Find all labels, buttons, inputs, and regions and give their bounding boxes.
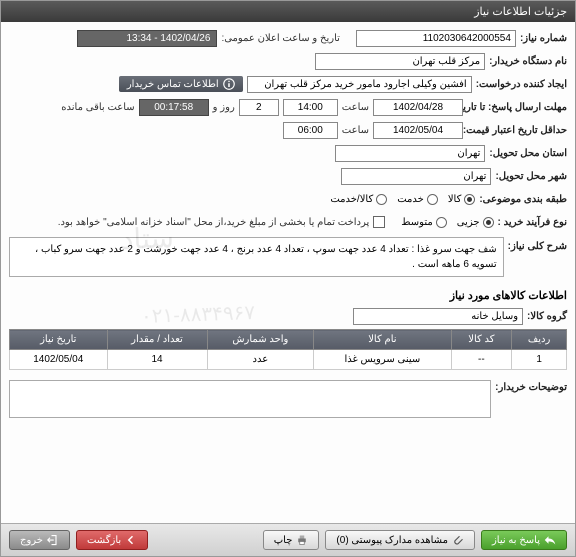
desc-box: شف جهت سرو غذا : تعداد 4 عدد جهت سوپ ، ت… <box>9 237 504 277</box>
respond-button[interactable]: پاسخ به نیاز <box>481 530 567 550</box>
radio-service-label: خدمت <box>397 194 424 205</box>
payment-checkbox[interactable] <box>373 216 385 228</box>
th-row: ردیف <box>512 330 567 350</box>
table-header-row: ردیف کد کالا نام کالا واحد شمارش تعداد /… <box>10 330 567 350</box>
contact-link-label: اطلاعات تماس خریدار <box>127 79 219 90</box>
footer-bar: پاسخ به نیاز مشاهده مدارک پیوستی (0) چاپ… <box>1 523 575 556</box>
radio-both-label: کالا/خدمت <box>330 194 373 205</box>
delivery-province-label: استان محل تحویل: <box>489 148 567 159</box>
print-label: چاپ <box>274 535 293 546</box>
table-cell: -- <box>451 350 512 370</box>
exit-button[interactable]: خروج <box>9 530 70 550</box>
validity-label: حداقل تاریخ اعتبار قیمت: تا تاریخ: <box>467 125 567 136</box>
table-cell: 14 <box>107 350 207 370</box>
table-cell: سینی سرویس غذا <box>314 350 451 370</box>
category-label: طبقه بندی موضوعی: <box>479 194 567 205</box>
public-date-field: 1402/04/26 - 13:34 <box>77 30 217 47</box>
validity-time-field: 06:00 <box>283 122 338 139</box>
category-radio-group: کالا خدمت کالا/خدمت <box>330 194 475 205</box>
buyer-org-field: مرکز قلب تهران <box>315 53 485 70</box>
print-button[interactable]: چاپ <box>263 530 320 550</box>
buyer-org-label: نام دستگاه خریدار: <box>489 56 567 67</box>
time-label-1: ساعت <box>342 102 369 113</box>
table-cell: 1 <box>512 350 567 370</box>
remain-time-field: 00:17:58 <box>139 99 209 116</box>
table-row[interactable]: 1--سینی سرویس غذاعدد141402/05/04 <box>10 350 567 370</box>
radio-medium-label: متوسط <box>401 217 432 228</box>
remain-label: ساعت باقی مانده <box>61 102 134 113</box>
need-number-label: شماره نیاز: <box>520 33 567 44</box>
process-radio-group: جزیی متوسط <box>401 217 493 228</box>
group-field: وسایل خانه <box>353 308 523 325</box>
radio-dot-icon <box>464 194 475 205</box>
deadline-date-field: 1402/04/28 <box>373 99 463 116</box>
public-date-label: تاریخ و ساعت اعلان عمومی: <box>221 33 340 44</box>
delivery-province-field: تهران <box>335 145 485 162</box>
radio-circle-icon <box>376 194 387 205</box>
th-unit: واحد شمارش <box>207 330 314 350</box>
reply-icon <box>544 534 556 546</box>
back-label: بازگشت <box>87 535 121 546</box>
items-section-title: اطلاعات کالاهای مورد نیاز <box>9 289 567 302</box>
back-button[interactable]: بازگشت <box>76 530 148 550</box>
th-name: نام کالا <box>314 330 451 350</box>
days-left-field: 2 <box>239 99 279 116</box>
radio-goods[interactable]: کالا <box>448 194 476 205</box>
validity-date-field: 1402/05/04 <box>373 122 463 139</box>
radio-medium[interactable]: متوسط <box>401 217 446 228</box>
table-cell: 1402/05/04 <box>10 350 108 370</box>
delivery-city-label: شهر محل تحویل: <box>495 171 567 182</box>
radio-goods-label: کالا <box>448 194 462 205</box>
attachment-icon <box>452 534 464 546</box>
group-label: گروه کالا: <box>527 311 567 322</box>
requester-field: افشین وکیلی اجارود مامور خرید مرکز قلب ت… <box>247 76 472 93</box>
content-area: ستاد ۰۲۱-۸۸۳۴۹۶۷ شماره نیاز: 11020306420… <box>1 22 575 523</box>
back-icon <box>125 534 137 546</box>
deadline-label: مهلت ارسال پاسخ: تا تاریخ: <box>467 102 567 113</box>
radio-circle-icon <box>436 217 447 228</box>
radio-both[interactable]: کالا/خدمت <box>330 194 387 205</box>
exit-icon <box>47 534 59 546</box>
deadline-time-field: 14:00 <box>283 99 338 116</box>
table-cell: عدد <box>207 350 314 370</box>
time-label-2: ساعت <box>342 125 369 136</box>
need-number-field: 1102030642000554 <box>356 30 516 47</box>
attachments-label: مشاهده مدارک پیوستی (0) <box>336 535 448 546</box>
radio-dot-icon <box>483 217 494 228</box>
radio-circle-icon <box>427 194 438 205</box>
radio-partial[interactable]: جزیی <box>457 217 494 228</box>
payment-note: پرداخت تمام یا بخشی از مبلغ خرید،از محل … <box>58 217 370 228</box>
th-needdate: تاریخ نیاز <box>10 330 108 350</box>
th-code: کد کالا <box>451 330 512 350</box>
buyer-comment-label: توضیحات خریدار: <box>495 382 567 393</box>
titlebar: جزئیات اطلاعات نیاز <box>1 1 575 22</box>
contact-link[interactable]: اطلاعات تماس خریدار <box>119 76 243 92</box>
attachments-button[interactable]: مشاهده مدارک پیوستی (0) <box>325 530 475 550</box>
window-title: جزئیات اطلاعات نیاز <box>474 5 567 18</box>
process-label: نوع فرآیند خرید : <box>498 217 567 228</box>
delivery-city-field: تهران <box>341 168 491 185</box>
respond-label: پاسخ به نیاز <box>492 535 540 546</box>
exit-label: خروج <box>20 535 43 546</box>
items-table: ردیف کد کالا نام کالا واحد شمارش تعداد /… <box>9 329 567 370</box>
th-qty: تعداد / مقدار <box>107 330 207 350</box>
day-label: روز و <box>213 102 235 113</box>
desc-label: شرح کلی نیاز: <box>508 241 567 252</box>
info-icon <box>223 78 235 90</box>
buyer-comment-box <box>9 380 491 418</box>
radio-service[interactable]: خدمت <box>397 194 438 205</box>
radio-partial-label: جزیی <box>457 217 480 228</box>
print-icon <box>296 534 308 546</box>
requester-label: ایجاد کننده درخواست: <box>476 79 567 90</box>
